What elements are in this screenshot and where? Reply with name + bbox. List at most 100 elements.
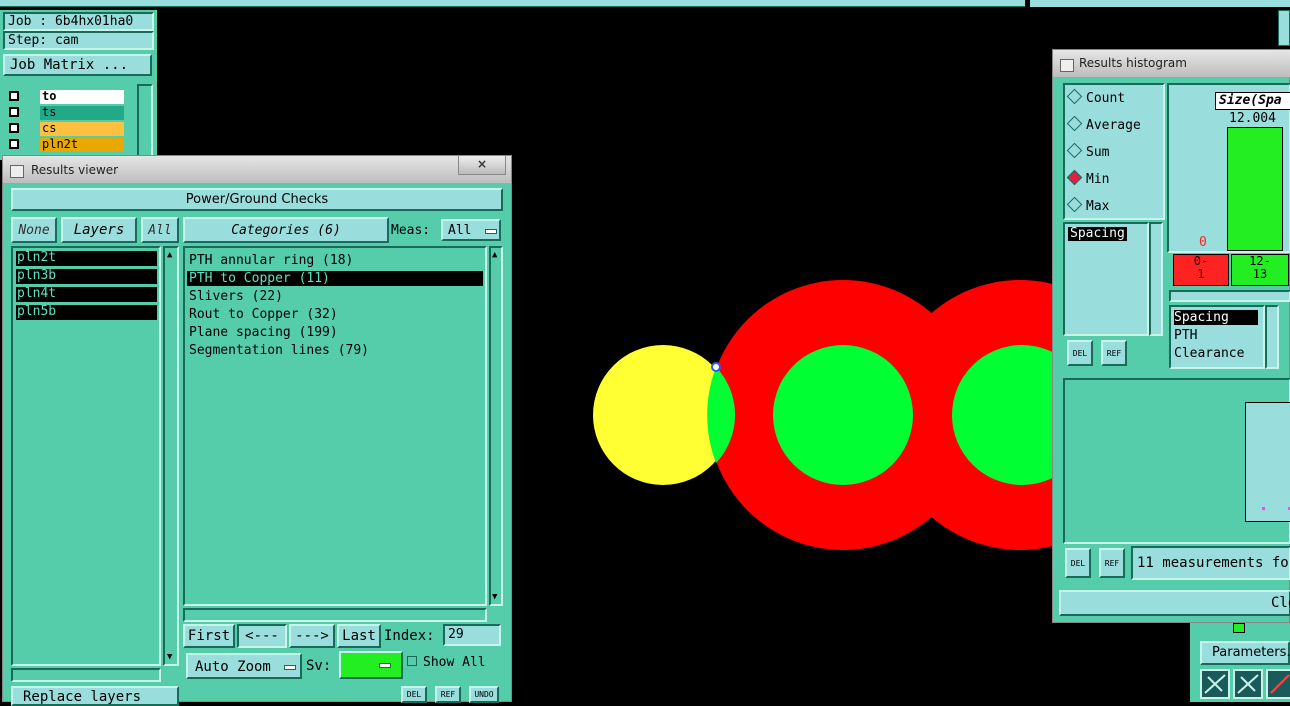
checkbox-icon[interactable] bbox=[9, 91, 19, 101]
check-header: Power/Ground Checks bbox=[11, 188, 503, 211]
list-item[interactable]: pln2t bbox=[16, 251, 157, 266]
list-item[interactable]: Segmentation lines (79) bbox=[187, 343, 483, 358]
categories-hscrollbar[interactable] bbox=[183, 608, 487, 622]
histogram-hscrollbar[interactable] bbox=[1169, 290, 1290, 302]
sv-color-select[interactable] bbox=[339, 651, 403, 679]
ref-button[interactable]: REF bbox=[1099, 548, 1125, 578]
layer-row[interactable]: cs bbox=[9, 122, 129, 136]
ref-button[interactable]: REF bbox=[435, 686, 461, 703]
meas-label: Meas: bbox=[391, 223, 431, 238]
list-item[interactable]: Spacing bbox=[1174, 310, 1258, 325]
list-item[interactable]: Plane spacing (199) bbox=[187, 325, 483, 340]
list-item[interactable]: Slivers (22) bbox=[187, 289, 483, 304]
categories-button[interactable]: Categories (6) bbox=[183, 217, 389, 243]
scroll-up-icon[interactable]: ▲ bbox=[492, 250, 497, 260]
checkbox-icon[interactable] bbox=[9, 123, 19, 133]
measure-list-scrollbar[interactable] bbox=[1149, 222, 1163, 336]
show-all-label: Show All bbox=[423, 655, 486, 670]
radio-min[interactable]: Min bbox=[1066, 169, 1109, 187]
all-button[interactable]: All bbox=[141, 217, 179, 243]
none-button[interactable]: None bbox=[11, 217, 57, 243]
del-button[interactable]: DEL bbox=[401, 686, 427, 703]
histogram-titlebar[interactable]: Results histogram bbox=[1053, 50, 1290, 77]
category-list-scrollbar[interactable] bbox=[1265, 305, 1279, 369]
list-item[interactable]: pln5b bbox=[16, 305, 157, 320]
layers-hscrollbar[interactable] bbox=[11, 668, 161, 682]
show-all-checkbox[interactable] bbox=[407, 656, 417, 666]
size-label: Size(Spa bbox=[1215, 92, 1290, 110]
layer-name: pln2t bbox=[40, 138, 124, 152]
del-button[interactable]: DEL bbox=[1065, 548, 1091, 578]
layers-list: pln2t pln3b pln4t pln5b bbox=[11, 246, 161, 666]
dropdown-icon bbox=[485, 229, 497, 234]
layers-button[interactable]: Layers bbox=[61, 217, 137, 243]
bin-label[interactable]: 12- 13 bbox=[1231, 254, 1289, 286]
job-panel: Job : 6b4hx01ha0 Step: cam Job Matrix ..… bbox=[0, 10, 157, 160]
layers-scrollbar[interactable]: ▲ ▼ bbox=[163, 246, 179, 666]
meas-select[interactable]: All bbox=[441, 219, 501, 241]
list-item[interactable]: PTH to Copper (11) bbox=[187, 271, 483, 286]
radio-average[interactable]: Average bbox=[1066, 115, 1141, 133]
index-field[interactable]: 29 bbox=[443, 624, 501, 646]
dropdown-icon bbox=[284, 665, 296, 670]
dropdown-icon bbox=[379, 663, 391, 668]
layer-list-scrollbar[interactable] bbox=[137, 84, 153, 160]
radio-icon bbox=[1066, 142, 1083, 159]
tool-icon[interactable] bbox=[1266, 669, 1290, 699]
parameters-button[interactable]: Parameters. bbox=[1200, 641, 1290, 665]
close-button[interactable]: Clo bbox=[1059, 590, 1290, 616]
job-matrix-button[interactable]: Job Matrix ... bbox=[3, 54, 152, 76]
radio-max[interactable]: Max bbox=[1066, 196, 1109, 214]
histogram-chart: Size(Spa 12.004 0 bbox=[1167, 83, 1290, 253]
radio-icon bbox=[1066, 196, 1083, 213]
list-item[interactable]: Spacing bbox=[1068, 227, 1127, 241]
tool-icon[interactable] bbox=[1200, 669, 1230, 699]
plot-area bbox=[1063, 378, 1290, 544]
layer-row[interactable]: ts bbox=[9, 106, 129, 120]
undo-button[interactable]: UNDO bbox=[469, 686, 499, 703]
layer-name: cs bbox=[40, 122, 124, 136]
list-item[interactable]: Rout to Copper (32) bbox=[187, 307, 483, 322]
zoom-select[interactable]: Auto Zoom bbox=[186, 653, 302, 679]
small-green-indicator bbox=[1233, 623, 1245, 633]
next-button[interactable]: ---> bbox=[289, 624, 335, 648]
bin-label[interactable]: 0- 1 bbox=[1173, 254, 1229, 286]
radio-count[interactable]: Count bbox=[1066, 88, 1126, 106]
plot-dot bbox=[1262, 507, 1265, 510]
checkbox-icon[interactable] bbox=[9, 139, 19, 149]
layer-row[interactable]: pln2t bbox=[9, 138, 129, 152]
close-icon[interactable]: × bbox=[458, 156, 506, 175]
layer-row[interactable]: to bbox=[9, 90, 129, 104]
list-item[interactable]: PTH annular ring (18) bbox=[187, 253, 483, 268]
checkbox-icon[interactable] bbox=[9, 107, 19, 117]
prev-button[interactable]: <--- bbox=[237, 624, 287, 648]
categories-scrollbar[interactable]: ▲ ▼ bbox=[489, 246, 503, 606]
del-button[interactable]: DEL bbox=[1067, 340, 1093, 366]
marker-icon bbox=[711, 362, 721, 372]
scroll-up-icon[interactable]: ▲ bbox=[167, 250, 172, 260]
ref-button[interactable]: REF bbox=[1101, 340, 1127, 366]
replace-layers-select[interactable]: Replace layers bbox=[11, 686, 179, 706]
radio-label: Average bbox=[1086, 118, 1141, 133]
radio-label: Count bbox=[1086, 91, 1126, 106]
green-hole-1 bbox=[773, 345, 913, 485]
results-viewer-window: Results viewer × Power/Ground Checks Non… bbox=[2, 155, 512, 706]
scroll-down-icon[interactable]: ▼ bbox=[492, 592, 497, 602]
list-item[interactable]: Clearance bbox=[1174, 346, 1244, 361]
job-label: Job : 6b4hx01ha0 bbox=[3, 12, 154, 31]
radio-icon bbox=[1066, 88, 1083, 105]
first-button[interactable]: First bbox=[183, 624, 235, 648]
parameters-panel: Parameters. bbox=[1190, 623, 1290, 702]
tool-icon[interactable] bbox=[1233, 669, 1263, 699]
last-button[interactable]: Last bbox=[337, 624, 381, 648]
scroll-down-icon[interactable]: ▼ bbox=[167, 652, 172, 662]
radio-icon bbox=[1066, 115, 1083, 132]
radio-sum[interactable]: Sum bbox=[1066, 142, 1109, 160]
index-label: Index: bbox=[384, 628, 435, 644]
list-item[interactable]: pln4t bbox=[16, 287, 157, 302]
list-item[interactable]: PTH bbox=[1174, 328, 1197, 343]
results-viewer-titlebar[interactable]: Results viewer × bbox=[3, 156, 511, 183]
meas-value: All bbox=[448, 223, 472, 238]
list-item[interactable]: pln3b bbox=[16, 269, 157, 284]
status-text: 11 measurements fo bbox=[1131, 546, 1290, 580]
